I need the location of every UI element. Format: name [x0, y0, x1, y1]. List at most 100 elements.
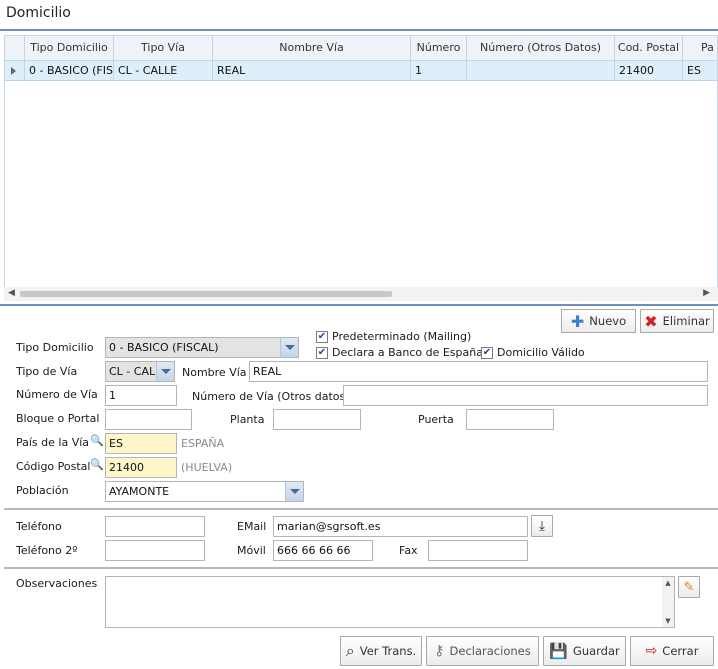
observaciones-textarea[interactable]: ▲ ▼ — [105, 576, 675, 628]
table-row[interactable]: 0 - BASICO (FIS... CL - CALLE REAL 1 214… — [5, 61, 717, 81]
guardar-label: Guardar — [572, 644, 620, 658]
title-divider — [0, 29, 718, 31]
email-input[interactable]: marian@sgrsoft.es — [273, 516, 528, 537]
poblacion-label: Población — [16, 484, 69, 497]
download-icon: ⤓ — [539, 518, 545, 534]
planta-input[interactable] — [273, 409, 361, 430]
search-icon[interactable]: 🔍 — [90, 458, 104, 471]
cell-tipo-via[interactable]: CL - CALLE — [114, 61, 213, 80]
column-header[interactable]: Pa — [683, 36, 717, 60]
tipo-domicilio-select[interactable]: 0 - BASICO (FISCAL) — [105, 337, 299, 358]
scroll-right-icon[interactable]: ▶ — [703, 288, 710, 298]
movil-input[interactable]: 666 66 66 66 — [273, 540, 373, 561]
observaciones-label: Observaciones — [16, 577, 98, 590]
column-header[interactable]: Tipo Domicilio — [25, 36, 114, 60]
guardar-button[interactable]: 💾 Guardar — [543, 636, 626, 666]
domicilio-valido-checkbox[interactable]: ✔ Domicilio Válido — [481, 346, 585, 359]
declara-banco-label: Declara a Banco de España — [332, 346, 483, 359]
declaraciones-button[interactable]: ⚷ Declaraciones — [426, 636, 539, 666]
section-divider — [4, 508, 718, 510]
chevron-down-icon[interactable] — [156, 362, 174, 381]
delete-button-label: Eliminar — [662, 314, 710, 328]
telefono-input[interactable] — [105, 516, 205, 537]
tipo-domicilio-label: Tipo Domicilio — [16, 341, 94, 354]
predeterminado-checkbox[interactable]: ✔ Predeterminado (Mailing) — [316, 330, 471, 343]
predeterminado-label: Predeterminado (Mailing) — [332, 330, 472, 343]
plus-icon: ✚ — [570, 311, 585, 331]
cell-numero-otros[interactable] — [467, 61, 615, 80]
column-header[interactable]: Número (Otros Datos) — [467, 36, 615, 60]
telefono2-input[interactable] — [105, 540, 205, 561]
column-header[interactable]: Número — [411, 36, 467, 60]
row-selected-icon — [11, 67, 16, 75]
numero-via-input[interactable]: 1 — [105, 385, 177, 406]
nombre-via-label: Nombre Vía — [182, 366, 247, 379]
domicilio-valido-label: Domicilio Válido — [497, 346, 585, 359]
delete-button[interactable]: ✖ Eliminar — [640, 309, 714, 333]
tipo-domicilio-value: 0 - BASICO (FISCAL) — [109, 341, 219, 354]
address-grid[interactable]: Tipo Domicilio Tipo Vía Nombre Vía Númer… — [4, 35, 718, 291]
numero-via-label: Número de Vía — [16, 388, 98, 401]
cell-pais[interactable]: ES — [683, 61, 717, 80]
pencil-icon: ✎ — [683, 579, 695, 595]
codigo-postal-label: Código Postal — [16, 460, 91, 473]
fax-input[interactable] — [428, 540, 528, 561]
column-header[interactable]: Tipo Vía — [114, 36, 213, 60]
tipo-via-select[interactable]: CL - CALLE — [105, 361, 175, 382]
puerta-input[interactable] — [466, 409, 554, 430]
new-button-label: Nuevo — [589, 314, 627, 328]
new-button[interactable]: ✚ Nuevo — [561, 309, 636, 333]
cerrar-label: Cerrar — [662, 644, 699, 658]
codigo-postal-input[interactable]: 21400 — [105, 457, 177, 478]
pais-hint: ESPAÑA — [181, 437, 225, 450]
floppy-disk-icon: 💾 — [549, 642, 568, 660]
cell-cod-postal[interactable]: 21400 — [615, 61, 683, 80]
cell-numero[interactable]: 1 — [411, 61, 467, 80]
declaraciones-label: Declaraciones — [449, 644, 531, 658]
scroll-thumb[interactable] — [20, 291, 392, 297]
fax-label: Fax — [399, 544, 418, 557]
codigo-postal-hint: (HUELVA) — [181, 461, 233, 474]
search-icon[interactable]: 🔍 — [90, 434, 104, 447]
column-header[interactable]: Cod. Postal — [615, 36, 683, 60]
puerta-label: Puerta — [418, 413, 454, 426]
checkbox-checked-icon: ✔ — [481, 346, 493, 359]
grid-header: Tipo Domicilio Tipo Vía Nombre Vía Númer… — [5, 36, 717, 61]
download-button[interactable]: ⤓ — [531, 515, 553, 537]
numero-otros-input[interactable] — [343, 385, 708, 406]
cell-nombre-via[interactable]: REAL — [213, 61, 411, 80]
section-divider — [4, 567, 718, 569]
vertical-scrollbar[interactable]: ▲ ▼ — [662, 577, 674, 627]
scroll-up-icon[interactable]: ▲ — [662, 579, 674, 587]
keys-icon: ⚷ — [434, 643, 445, 659]
column-header[interactable]: Nombre Vía — [213, 36, 411, 60]
nombre-via-input[interactable]: REAL — [249, 361, 708, 382]
cell-tipo-domicilio[interactable]: 0 - BASICO (FIS... — [25, 61, 114, 80]
declara-banco-checkbox[interactable]: ✔ Declara a Banco de España — [316, 346, 483, 359]
email-label: EMail — [237, 520, 267, 533]
telefono2-label: Teléfono 2º — [16, 544, 78, 557]
scroll-left-icon[interactable]: ◀ — [8, 288, 15, 298]
scroll-down-icon[interactable]: ▼ — [662, 617, 674, 625]
planta-label: Planta — [230, 413, 265, 426]
chevron-down-icon[interactable] — [280, 338, 298, 357]
cerrar-button[interactable]: ⇨ Cerrar — [630, 636, 714, 666]
row-indicator-cell — [5, 61, 25, 80]
exit-door-icon: ⇨ — [645, 643, 658, 659]
section-divider — [0, 304, 718, 306]
bloque-input[interactable] — [105, 409, 192, 430]
horizontal-scrollbar[interactable]: ◀ ▶ — [4, 287, 718, 301]
numero-otros-label: Número de Vía (Otros datos) — [192, 390, 350, 403]
row-header-spacer — [5, 36, 25, 60]
poblacion-value: AYAMONTE — [109, 485, 170, 498]
tipo-via-label: Tipo de Vía — [16, 365, 78, 378]
chevron-down-icon[interactable] — [285, 482, 303, 501]
pais-input[interactable]: ES — [105, 433, 177, 454]
page-title: Domicilio — [6, 5, 71, 21]
edit-button[interactable]: ✎ — [678, 576, 700, 598]
bloque-label: Bloque o Portal — [16, 412, 100, 425]
pais-label: País de la Vía — [16, 436, 90, 449]
poblacion-select[interactable]: AYAMONTE — [105, 481, 304, 502]
delete-x-icon: ✖ — [644, 311, 658, 331]
ver-trans-button[interactable]: ⌕ Ver Trans. — [340, 636, 422, 666]
